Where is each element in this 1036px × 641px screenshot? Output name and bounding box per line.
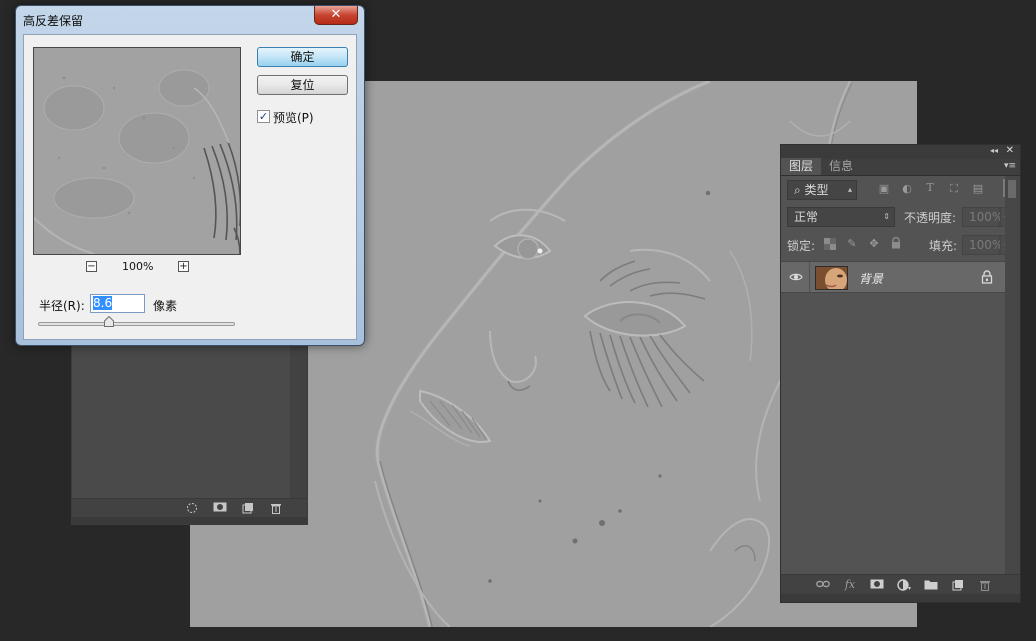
history-footer [72,498,307,517]
folder-icon[interactable] [924,579,938,591]
panel-resize-grip[interactable] [781,594,1020,602]
zoom-controls: − 100% + [86,260,196,274]
new-layer-icon[interactable] [951,579,965,591]
adjustment-filter-icon[interactable]: ◐ [900,182,914,196]
radius-input[interactable]: 8.6 [90,294,145,313]
layers-footer: fx [781,574,1020,594]
mask-icon[interactable] [213,502,227,514]
selection-icon[interactable] [185,502,199,514]
updown-icon: ▴ [847,185,852,194]
lock-label: 锁定: [787,239,816,253]
preview-image [34,48,240,254]
layer-thumbnail[interactable] [815,266,848,290]
history-scrollbar[interactable] [290,331,307,501]
layer-row[interactable]: 背景 [781,261,1007,293]
history-list [72,331,292,501]
blend-mode-value: 正常 [794,210,819,224]
eye-icon[interactable] [789,270,803,284]
lock-position-icon[interactable]: ✥ [867,237,881,251]
updown-icon: ⇕ [883,212,890,221]
panel-resize-grip[interactable] [72,517,307,524]
layer-filter-kind[interactable]: ⌕ 类型 ▴ [787,180,857,200]
opacity-input[interactable]: 100% [962,207,1004,227]
radius-slider-thumb[interactable] [103,315,114,327]
blend-mode-select[interactable]: 正常 ⇕ [787,207,895,227]
radius-value: 8.6 [93,296,113,310]
tab-layers[interactable]: 图层 [781,158,822,175]
layers-scrollbar[interactable] [1005,176,1020,576]
history-panel [71,330,308,525]
trash-icon[interactable] [978,579,992,591]
dialog-close-button[interactable]: ✕ [314,6,358,25]
lock-pixels-icon[interactable]: ✎ [845,237,859,251]
dialog-title: 高反差保留 [23,14,84,28]
lock-all-icon[interactable] [889,236,903,251]
preview-checkbox[interactable]: ✓ [257,110,270,123]
panel-menu-icon[interactable]: ▾≡ [1004,161,1016,171]
high-pass-dialog: 高反差保留 ✕ − 100% + 半径(R): 8.6 像素 确定 复位 ✓ 预… [15,5,365,346]
adjustment-icon[interactable] [897,578,911,591]
fx-icon[interactable]: fx [843,578,857,591]
fill-label: 填充: [929,239,958,253]
image-filter-icon[interactable]: ▣ [877,182,891,196]
close-icon[interactable]: ✕ [1006,145,1014,156]
layer-name[interactable]: 背景 [859,270,883,287]
scrollbar-thumb[interactable] [1008,180,1016,198]
radius-unit: 像素 [153,299,178,313]
layers-panel: ◂◂ ✕ 图层 信息 ▾≡ ⌕ 类型 ▴ ▣ ◐ T ⛶ ▤ 正常 ⇕ 不透明度… [780,144,1021,603]
zoom-level: 100% [122,260,154,273]
fill-input[interactable]: 100% [962,235,1004,255]
zoom-in-button[interactable]: + [178,261,189,272]
photoshop-workspace: ◂◂ ✕ 图层 信息 ▾≡ ⌕ 类型 ▴ ▣ ◐ T ⛶ ▤ 正常 ⇕ 不透明度… [0,0,1036,641]
new-icon[interactable] [241,502,255,514]
ok-button[interactable]: 确定 [257,47,348,67]
tab-info[interactable]: 信息 [821,158,861,175]
fill-value: 100% [969,238,1004,252]
filter-preview[interactable] [33,47,241,255]
lock-icon [981,270,993,284]
zoom-out-button[interactable]: − [86,261,97,272]
lock-transparency-icon[interactable] [823,238,837,252]
opacity-label: 不透明度: [904,211,957,225]
filter-kind-label: 类型 [804,183,829,197]
panel-tabs: 图层 信息 ▾≡ [781,158,1020,176]
search-icon: ⌕ [794,183,805,197]
reset-button[interactable]: 复位 [257,75,348,95]
divider [809,262,810,292]
panel-titlebar[interactable]: ◂◂ ✕ [781,145,1020,159]
type-filter-icon[interactable]: T [923,181,937,195]
dialog-content: − 100% + 半径(R): 8.6 像素 确定 复位 ✓ 预览(P) [23,34,357,340]
radius-label: 半径(R): [39,299,85,313]
radius-slider-track[interactable] [38,322,235,326]
opacity-value: 100% [969,210,1004,224]
link-icon[interactable] [816,579,830,591]
trash-icon[interactable] [269,502,283,514]
smartobject-filter-icon[interactable]: ▤ [971,182,985,196]
preview-checkbox-label[interactable]: 预览(P) [273,109,314,126]
collapse-icon[interactable]: ◂◂ [990,146,998,155]
shape-filter-icon[interactable]: ⛶ [947,182,961,196]
mask-icon[interactable] [870,579,884,591]
